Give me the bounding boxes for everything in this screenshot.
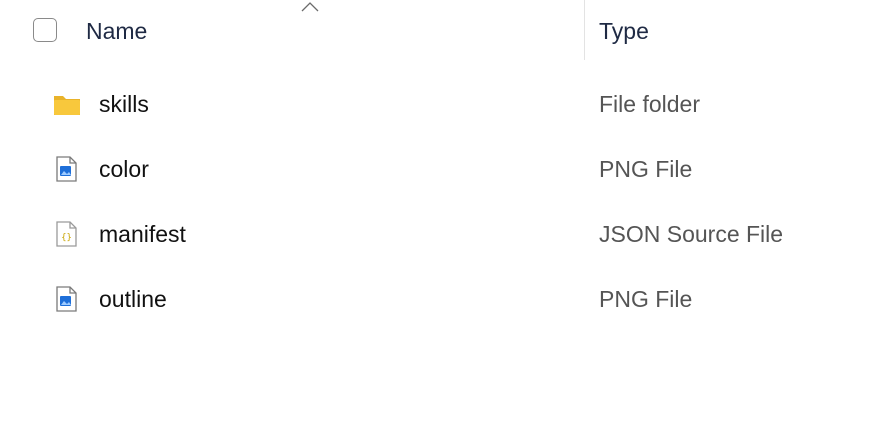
file-row[interactable]: color PNG File bbox=[0, 137, 883, 201]
folder-icon bbox=[54, 96, 80, 115]
file-name: color bbox=[99, 156, 149, 182]
file-name: manifest bbox=[99, 221, 186, 247]
chevron-up-icon[interactable] bbox=[301, 2, 319, 12]
column-divider[interactable] bbox=[584, 0, 585, 60]
name-column-header[interactable]: Name bbox=[86, 17, 147, 45]
file-row[interactable]: {} manifest JSON Source File bbox=[0, 202, 883, 266]
file-type: JSON Source File bbox=[599, 221, 784, 247]
file-row[interactable]: outline PNG File bbox=[0, 267, 883, 331]
column-header: Name Type bbox=[0, 0, 883, 62]
file-row[interactable]: skills File folder bbox=[0, 72, 883, 136]
png-file-icon bbox=[56, 156, 77, 182]
file-type: File folder bbox=[599, 91, 700, 117]
type-column-header[interactable]: Type bbox=[599, 17, 649, 45]
select-all-checkbox[interactable] bbox=[33, 18, 57, 42]
file-name: skills bbox=[99, 91, 149, 117]
png-file-icon bbox=[56, 286, 77, 312]
file-type: PNG File bbox=[599, 286, 693, 312]
json-file-icon: {} bbox=[56, 221, 77, 247]
file-name: outline bbox=[99, 286, 167, 312]
file-list: Name Type skills File folder color PNG F… bbox=[0, 0, 883, 421]
svg-text:{}: {} bbox=[61, 233, 72, 243]
file-type: PNG File bbox=[599, 156, 693, 182]
